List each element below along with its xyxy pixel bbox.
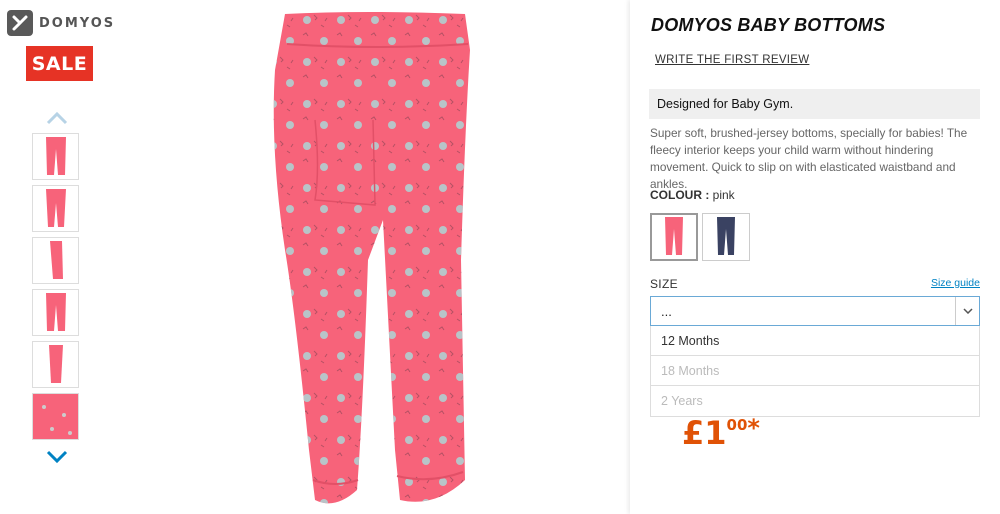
designed-for-box: Designed for Baby Gym. (649, 89, 980, 119)
colour-swatch-pink[interactable] (650, 213, 698, 261)
thumbnail-6[interactable] (32, 393, 79, 440)
colour-label-text: COLOUR : (650, 188, 713, 202)
product-main-image[interactable] (265, 10, 480, 510)
price: £100* (682, 414, 760, 452)
chevron-down-icon[interactable] (955, 297, 979, 325)
chevron-down-icon[interactable] (45, 449, 69, 465)
product-description: Super soft, brushed-jersey bottoms, spec… (650, 126, 968, 191)
brand-logo[interactable]: DOMYOS (7, 10, 115, 36)
chevron-up-icon[interactable] (45, 110, 69, 126)
size-option-2-years[interactable]: 2 Years (651, 386, 979, 416)
size-guide-link[interactable]: Size guide (931, 277, 980, 289)
size-select-value: ... (661, 304, 672, 319)
domyos-logo-icon (7, 10, 33, 36)
product-title: DOMYOS BABY BOTTOMS (651, 15, 886, 35)
size-option-12-months[interactable]: 12 Months (651, 326, 979, 356)
thumbnail-list (32, 133, 80, 445)
thumbnail-1[interactable] (32, 133, 79, 180)
write-review-link[interactable]: WRITE THE FIRST REVIEW (655, 54, 809, 66)
size-label: SIZE (650, 277, 678, 291)
size-option-18-months[interactable]: 18 Months (651, 356, 979, 386)
price-decimal: 00 (726, 416, 748, 434)
thumbnail-4[interactable] (32, 289, 79, 336)
size-select[interactable]: ... (650, 296, 980, 326)
colour-value: pink (712, 188, 735, 202)
thumbnail-3[interactable] (32, 237, 79, 284)
price-star: * (747, 414, 760, 442)
colour-label: COLOUR : pink (650, 188, 735, 202)
product-info-panel: DOMYOS BABY BOTTOMS WRITE THE FIRST REVI… (630, 0, 1000, 514)
colour-swatch-navy[interactable] (702, 213, 750, 261)
brand-name: DOMYOS (39, 15, 116, 31)
price-main: £1 (682, 414, 727, 452)
sale-badge: SALE (26, 46, 93, 81)
thumbnail-5[interactable] (32, 341, 79, 388)
size-options-list: 12 Months 18 Months 2 Years (650, 326, 980, 417)
thumbnail-2[interactable] (32, 185, 79, 232)
